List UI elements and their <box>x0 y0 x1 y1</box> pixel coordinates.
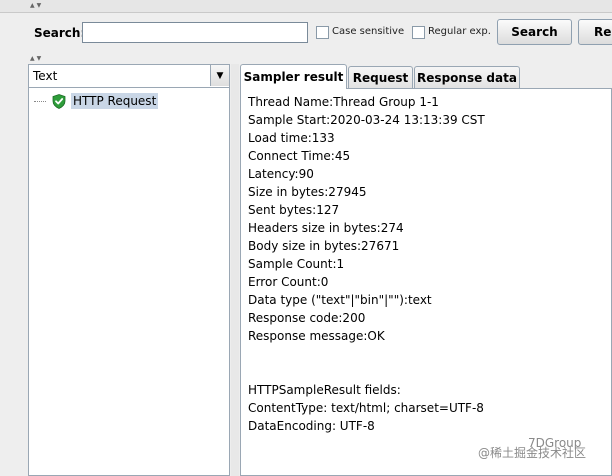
result-line: Sample Start:2020-03-24 13:13:39 CST <box>248 113 485 127</box>
result-line: Error Count:0 <box>248 275 329 289</box>
result-line: Size in bytes:27945 <box>248 185 367 199</box>
result-line: Headers size in bytes:274 <box>248 221 404 235</box>
regex-label: Regular exp. <box>428 26 491 37</box>
result-line: Response message:OK <box>248 329 385 343</box>
regex-checkbox[interactable] <box>412 26 425 39</box>
result-line: Response code:200 <box>248 311 366 325</box>
result-line: Sample Count:1 <box>248 257 345 271</box>
tab-request[interactable]: Request <box>348 66 413 88</box>
result-line: Thread Name:Thread Group 1-1 <box>248 95 439 109</box>
result-line: Data type ("text"|"bin"|""):text <box>248 293 432 307</box>
case-sensitive-label: Case sensitive <box>332 26 405 37</box>
result-line: Body size in bytes:27671 <box>248 239 400 253</box>
search-label: Search: <box>34 26 86 40</box>
tab-sampler-result[interactable]: Sampler result <box>240 64 347 89</box>
top-splitter-strip[interactable]: ▲▼ <box>0 0 612 13</box>
watermark-channel: 7DGroup <box>528 436 582 450</box>
chevron-down-icon[interactable]: ▼ <box>210 65 229 86</box>
result-line: ContentType: text/html; charset=UTF-8 <box>248 401 484 415</box>
renderer-select-value: Text <box>33 69 58 83</box>
search-toolbar: Search: Case sensitive Regular exp. Sear… <box>28 13 612 55</box>
tab-response-data[interactable]: Response data <box>414 66 520 88</box>
result-tabs: Sampler result Request Response data <box>240 64 612 89</box>
replace-button[interactable]: Re <box>578 19 612 45</box>
result-line: HTTPSampleResult fields: <box>248 383 401 397</box>
sampler-result-panel[interactable]: Thread Name:Thread Group 1-1 Sample Start… <box>240 88 612 476</box>
divider-arrows-icon[interactable]: ▲▼ <box>30 56 43 62</box>
shield-check-icon <box>52 94 66 109</box>
result-line: Load time:133 <box>248 131 335 145</box>
collapse-arrows-icon[interactable]: ▲▼ <box>30 3 43 9</box>
result-line: DataEncoding: UTF-8 <box>248 419 375 433</box>
case-sensitive-checkbox[interactable] <box>316 26 329 39</box>
search-input[interactable] <box>82 22 308 43</box>
search-button[interactable]: Search <box>497 19 572 45</box>
result-line: Sent bytes:127 <box>248 203 340 217</box>
tree-item-http-request[interactable]: HTTP Request <box>71 93 159 109</box>
result-line: Connect Time:45 <box>248 149 351 163</box>
sampler-result-text: Thread Name:Thread Group 1-1 Sample Start… <box>241 89 611 475</box>
results-tree-pane: Text ▼ HTTP Request <box>28 64 230 476</box>
pane-divider[interactable]: ▲▼ <box>28 55 612 63</box>
vertical-splitter[interactable] <box>231 64 239 476</box>
tree-connector <box>34 101 46 102</box>
result-line: Latency:90 <box>248 167 314 181</box>
renderer-select[interactable]: Text ▼ <box>29 65 229 88</box>
